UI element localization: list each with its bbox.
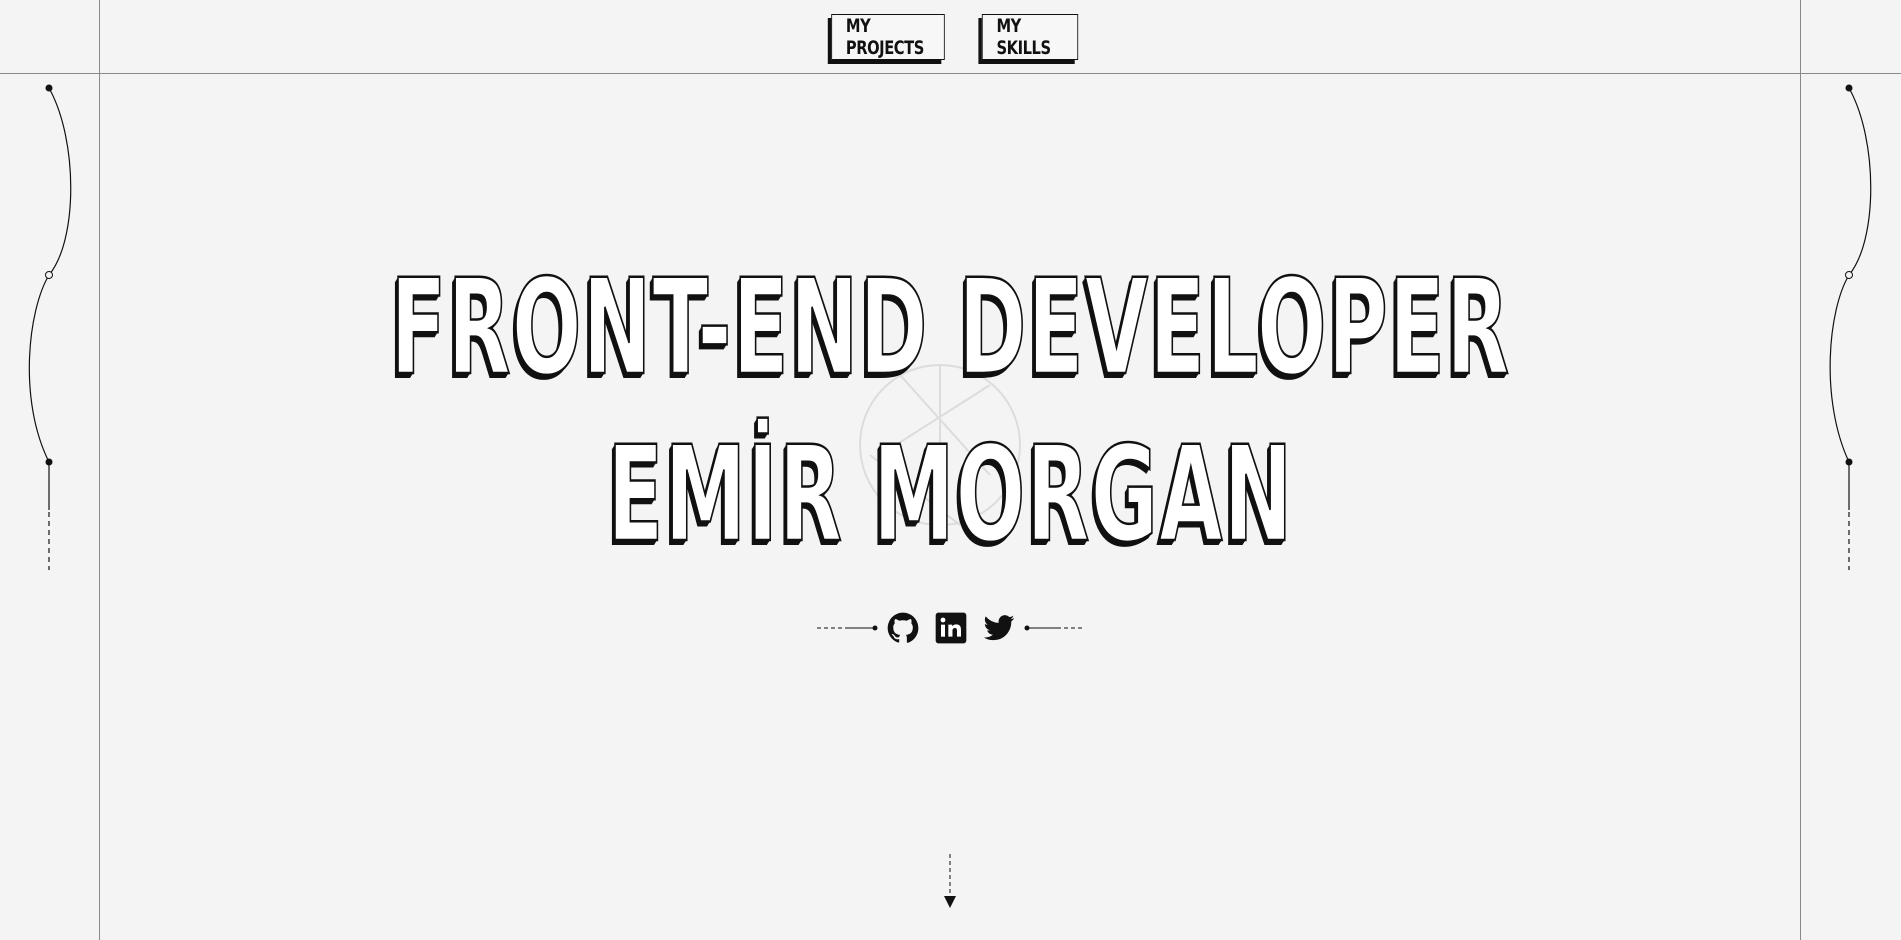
linkedin-icon[interactable] bbox=[934, 611, 968, 645]
social-links bbox=[0, 611, 1901, 645]
hero-name: EMİR MORGAN bbox=[0, 418, 1901, 572]
twitter-icon[interactable] bbox=[982, 611, 1016, 645]
my-skills-button[interactable]: MY SKILLS bbox=[981, 14, 1078, 60]
person-name-heading: EMİR MORGAN bbox=[607, 418, 1294, 572]
job-title-heading: FRONT-END DEVELOPER bbox=[390, 251, 1511, 405]
top-nav: MY PROJECTS MY SKILLS bbox=[0, 14, 1901, 60]
hero-title: FRONT-END DEVELOPER bbox=[0, 251, 1901, 405]
my-projects-button[interactable]: MY PROJECTS bbox=[830, 14, 945, 60]
scroll-down-arrow-icon[interactable] bbox=[940, 852, 960, 912]
page: MY PROJECTS MY SKILLS FRONT-END DEVELOPE… bbox=[0, 0, 1901, 940]
social-connector-right bbox=[1024, 625, 1085, 631]
header-divider bbox=[0, 73, 1901, 74]
github-icon[interactable] bbox=[886, 611, 920, 645]
social-connector-left bbox=[816, 625, 877, 631]
